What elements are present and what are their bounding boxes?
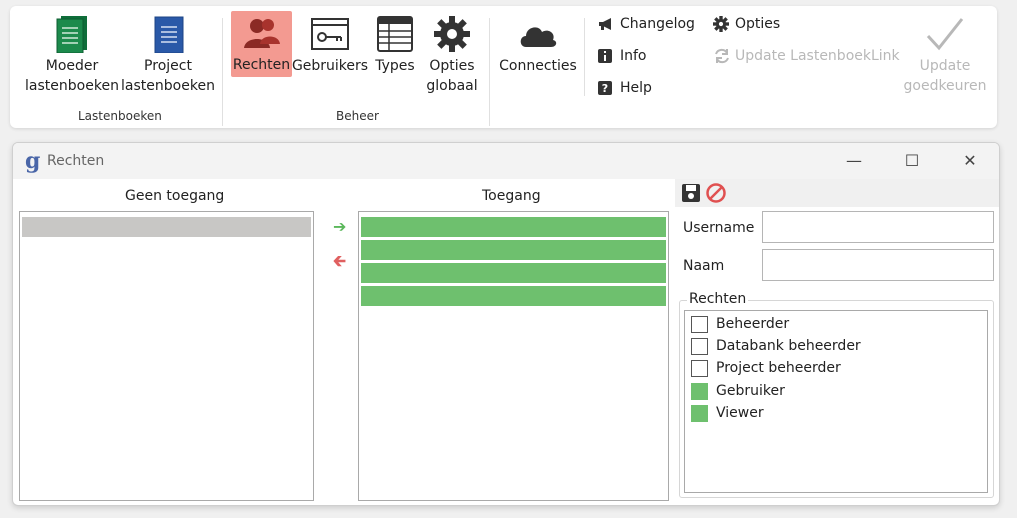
- refresh-icon: [713, 47, 735, 65]
- checkbox[interactable]: [691, 337, 708, 355]
- types-button[interactable]: Types: [371, 12, 419, 76]
- app-logo: g: [25, 148, 41, 174]
- geen-toegang-header: Geen toegang: [125, 188, 225, 204]
- rechten-window: g Rechten — ☐ ✕ Geen toegang ➔ 🡰 Toegang…: [12, 142, 1000, 506]
- update-goedkeuren-button[interactable]: Update goedkeuren: [900, 12, 990, 96]
- window-title: Rechten: [47, 153, 105, 169]
- project-lastenboeken-label: Project lastenboeken: [121, 58, 215, 94]
- maximize-button[interactable]: ☐: [897, 149, 927, 171]
- checkbox-databank-beheerder[interactable]: Databank beheerder: [691, 336, 861, 356]
- move-right-arrow-icon[interactable]: ➔: [333, 217, 346, 236]
- list-item-selected[interactable]: [22, 217, 311, 237]
- checkbox-beheerder[interactable]: Beheerder: [691, 314, 789, 334]
- users-icon: [243, 11, 281, 55]
- save-icon[interactable]: [681, 183, 701, 207]
- checkbox-viewer[interactable]: Viewer: [691, 403, 764, 423]
- ribbon-separator: [222, 18, 223, 126]
- moeder-lastenboeken-label: Moeder lastenboeken: [25, 58, 119, 94]
- connecties-button[interactable]: Connecties: [498, 12, 578, 76]
- toegang-list[interactable]: [358, 211, 669, 501]
- opties-button[interactable]: Opties: [713, 14, 780, 34]
- rechten-label: Rechten: [232, 57, 291, 73]
- checkbox-gebruiker[interactable]: Gebruiker: [691, 381, 785, 401]
- opties-label: Opties: [735, 16, 781, 32]
- opties-globaal-button[interactable]: Opties globaal: [424, 12, 480, 96]
- gebruikers-button[interactable]: Gebruikers: [291, 12, 369, 76]
- rechten-checklist: Beheerder Databank beheerder Project beh…: [684, 310, 988, 493]
- checkbox-project-beheerder[interactable]: Project beheerder: [691, 358, 841, 378]
- list-item[interactable]: [361, 263, 666, 283]
- checkbox-label: Viewer: [716, 405, 764, 421]
- ribbon: Moeder lastenboeken Project lastenboeken…: [10, 6, 997, 128]
- naam-label: Naam: [683, 258, 725, 274]
- connecties-label: Connecties: [499, 58, 577, 74]
- list-item[interactable]: [361, 240, 666, 260]
- user-key-icon: [311, 12, 349, 56]
- moeder-lastenboeken-button[interactable]: Moeder lastenboeken: [24, 12, 120, 96]
- checkbox-label: Project beheerder: [716, 360, 841, 376]
- info-button[interactable]: Info: [598, 46, 647, 66]
- group-label-beheer: Beheer: [336, 109, 379, 123]
- green-book-icon: [55, 12, 89, 56]
- update-goedkeuren-label: Update goedkeuren: [903, 58, 987, 94]
- geen-toegang-list[interactable]: [19, 211, 314, 501]
- username-label: Username: [683, 220, 755, 236]
- opties-globaal-label: Opties globaal: [426, 58, 478, 94]
- checkbox-label: Gebruiker: [716, 383, 785, 399]
- move-left-arrow-icon[interactable]: 🡰: [333, 250, 346, 277]
- checkbox-label: Beheerder: [716, 316, 790, 332]
- checkbox-label: Databank beheerder: [716, 338, 861, 354]
- gear-icon: [713, 16, 735, 32]
- update-lastenboeklink-button[interactable]: Update LastenboekLink: [713, 46, 900, 66]
- gebruikers-label: Gebruikers: [291, 58, 369, 74]
- cloud-icon: [518, 12, 558, 56]
- checkbox[interactable]: [691, 404, 708, 422]
- checkbox[interactable]: [691, 382, 708, 400]
- toegang-header: Toegang: [482, 188, 541, 204]
- rechten-button[interactable]: Rechten: [231, 11, 292, 77]
- close-button[interactable]: ✕: [955, 149, 985, 171]
- help-icon: ?: [598, 81, 620, 95]
- ribbon-separator: [489, 18, 490, 126]
- svg-text:?: ?: [602, 82, 608, 95]
- detail-toolbar: [675, 179, 999, 208]
- types-label: Types: [375, 58, 415, 74]
- info-label: Info: [620, 48, 647, 64]
- project-lastenboeken-button[interactable]: Project lastenboeken: [120, 12, 216, 96]
- info-icon: [598, 49, 620, 63]
- group-label-lastenboeken: Lastenboeken: [78, 109, 162, 123]
- list-item[interactable]: [361, 217, 666, 237]
- list-item[interactable]: [361, 286, 666, 306]
- checkmark-icon: [925, 12, 965, 56]
- help-button[interactable]: ? Help: [598, 78, 652, 98]
- cancel-icon[interactable]: [705, 182, 727, 208]
- checkbox[interactable]: [691, 359, 708, 377]
- naam-field[interactable]: [762, 249, 994, 281]
- username-field[interactable]: [762, 211, 994, 243]
- checkbox[interactable]: [691, 315, 708, 333]
- update-lastenboeklink-label: Update LastenboekLink: [735, 48, 900, 64]
- changelog-button[interactable]: Changelog: [598, 14, 695, 34]
- changelog-label: Changelog: [620, 16, 695, 32]
- title-bar[interactable]: g Rechten — ☐ ✕: [13, 143, 999, 179]
- megaphone-icon: [598, 17, 620, 31]
- help-label: Help: [620, 80, 652, 96]
- gear-icon: [433, 12, 471, 56]
- minimize-button[interactable]: —: [839, 149, 869, 171]
- blue-book-icon: [151, 12, 185, 56]
- ribbon-separator: [584, 18, 585, 96]
- rechten-groupbox-title: Rechten: [687, 291, 749, 307]
- table-icon: [377, 12, 413, 56]
